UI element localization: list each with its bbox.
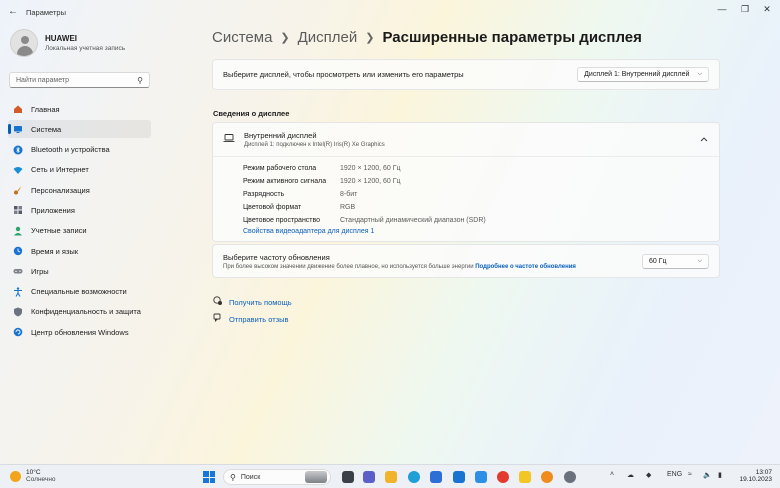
property-row: Цветовое пространство Стандартный динами… — [243, 217, 486, 224]
sidebar-nav: Главная Система Bluetooth и устройства С… — [8, 100, 151, 344]
accessibility-icon — [13, 287, 23, 297]
laptop-icon — [223, 133, 237, 146]
breadcrumb-system[interactable]: Система — [212, 29, 272, 46]
brush-icon — [13, 185, 23, 195]
store-icon[interactable] — [430, 471, 442, 483]
arrow-left-icon[interactable]: ← — [8, 6, 18, 17]
chevron-down-icon: ⌵ — [697, 71, 702, 77]
sidebar-item-system[interactable]: Система — [8, 120, 151, 139]
display-selector-card: Выберите дисплей, чтобы просмотреть или … — [212, 59, 720, 90]
search-icon: ⚲ — [137, 75, 143, 85]
refresh-rate-card: Выберите частоту обновления При более вы… — [212, 244, 720, 278]
get-help-link[interactable]: Получить помощь — [213, 296, 292, 308]
language-indicator[interactable]: ENG — [667, 471, 682, 478]
home-icon — [13, 104, 23, 114]
property-row: Режим рабочего стола 1920 × 1200, 60 Гц — [243, 165, 401, 172]
chevron-up-icon[interactable]: ˄ — [610, 471, 614, 478]
sidebar-item-apps[interactable]: Приложения — [8, 201, 151, 219]
help-icon — [213, 296, 223, 308]
account-type: Локальная учетная запись — [45, 45, 126, 52]
sidebar-item-network[interactable]: Сеть и Интернет — [8, 161, 151, 179]
sidebar-item-home[interactable]: Главная — [8, 100, 151, 118]
refresh-rate-learn-more-link[interactable]: Подробнее о частоте обновления — [475, 264, 576, 270]
minimize-icon[interactable]: — — [715, 4, 729, 14]
sidebar-item-personalization[interactable]: Персонализация — [8, 181, 151, 199]
system-icon — [13, 124, 23, 134]
search-icon: ⚲ — [230, 472, 236, 482]
sidebar-item-gaming[interactable]: Игры — [8, 262, 151, 280]
refresh-rate-select[interactable]: 60 Гц ⌵ — [642, 253, 709, 269]
battery-icon[interactable]: ▮ — [718, 471, 722, 479]
close-icon[interactable]: ✕ — [760, 4, 774, 15]
tray-app-icon[interactable]: ◆ — [646, 471, 651, 479]
display-properties: Режим рабочего стола 1920 × 1200, 60 Гц … — [243, 162, 486, 227]
display-info-title: Внутренний дисплей — [244, 131, 317, 140]
person-icon — [13, 226, 23, 236]
display-select[interactable]: Дисплей 1: Внутренний дисплей ⌵ — [577, 67, 709, 82]
yandex-icon[interactable] — [497, 471, 509, 483]
settings-icon[interactable] — [564, 471, 576, 483]
globe-clock-icon — [13, 246, 23, 256]
send-feedback-link[interactable]: Отправить отзыв — [213, 313, 289, 325]
paint-icon[interactable] — [541, 471, 553, 483]
weather-widget[interactable]: 10°C Солнечно — [10, 469, 56, 483]
bluetooth-icon — [13, 145, 23, 155]
task-view-icon[interactable] — [342, 471, 354, 483]
property-row: Режим активного сигнала 1920 × 1200, 60 … — [243, 178, 401, 185]
window-title: Параметры — [26, 8, 66, 17]
sidebar-item-privacy[interactable]: Конфиденциальность и защита — [8, 303, 151, 321]
refresh-rate-title: Выберите частоту обновления — [223, 252, 330, 262]
news-icon[interactable] — [453, 471, 465, 483]
taskbar-clock[interactable]: 13:07 19.10.2023 — [734, 469, 772, 483]
property-row: Цветовой формат RGB — [243, 204, 356, 211]
display-info-subtitle: Дисплей 1: подключен к Intel(R) Iris(R) … — [244, 142, 385, 148]
taskbar-search[interactable]: ⚲ Поиск — [223, 469, 331, 485]
chevron-up-icon[interactable] — [689, 135, 719, 144]
sidebar-item-bluetooth[interactable]: Bluetooth и устройства — [8, 141, 151, 159]
yandex-browser-icon[interactable] — [519, 471, 531, 483]
property-row: Разрядность 8-бит — [243, 191, 358, 198]
sidebar-item-accessibility[interactable]: Специальные возможности — [8, 283, 151, 301]
maximize-icon[interactable]: ❐ — [738, 4, 752, 15]
avatar — [10, 29, 38, 57]
sidebar-item-accounts[interactable]: Учетные записи — [8, 222, 151, 240]
shield-icon — [13, 307, 23, 317]
wifi-icon — [13, 165, 23, 175]
file-explorer-icon[interactable] — [385, 471, 397, 483]
sidebar-item-time-language[interactable]: Время и язык — [8, 242, 151, 260]
sidebar-item-windows-update[interactable]: Центр обновления Windows — [8, 323, 151, 341]
page-title: Расширенные параметры дисплея — [382, 29, 642, 46]
chevron-right-icon: ❯ — [280, 32, 290, 44]
wifi-icon[interactable]: ≈ — [688, 471, 692, 478]
display-info-card: Внутренний дисплей Дисплей 1: подключен … — [212, 122, 720, 242]
adapter-properties-link[interactable]: Свойства видеоадаптера для дисплея 1 — [243, 228, 374, 235]
user-profile[interactable]: HUAWEI Локальная учетная запись — [10, 29, 125, 57]
section-title: Сведения о дисплее — [213, 109, 290, 118]
windows-start-icon[interactable] — [203, 471, 215, 483]
taskbar: 10°C Солнечно ⚲ Поиск ˄ ☁ ◆ ENG ≈ 🔈 ▮ 13… — [0, 464, 780, 488]
edge-icon[interactable] — [408, 471, 420, 483]
apps-icon — [13, 205, 23, 215]
onedrive-icon[interactable]: ☁ — [627, 471, 634, 479]
display-selector-label: Выберите дисплей, чтобы просмотреть или … — [223, 70, 464, 79]
breadcrumb: Система ❯ Дисплей ❯ Расширенные параметр… — [212, 29, 642, 46]
gamepad-icon — [13, 266, 23, 276]
breadcrumb-display[interactable]: Дисплей — [298, 29, 358, 46]
sun-icon — [10, 470, 21, 482]
chat-icon[interactable] — [363, 471, 375, 483]
update-icon — [13, 327, 23, 337]
search-placeholder: Найти параметр — [16, 76, 69, 84]
feedback-icon — [213, 313, 223, 325]
title-bar: ← Параметры — ❐ ✕ — [0, 0, 780, 24]
search-highlight-image — [305, 471, 327, 483]
chevron-right-icon: ❯ — [365, 32, 375, 44]
weather-app-icon[interactable] — [475, 471, 487, 483]
refresh-rate-description: При более высоком значении движение боле… — [223, 263, 576, 270]
display-info-header[interactable]: Внутренний дисплей Дисплей 1: подключен … — [213, 123, 719, 157]
search-input[interactable]: Найти параметр ⚲ — [9, 72, 150, 88]
volume-icon[interactable]: 🔈 — [703, 471, 712, 479]
chevron-down-icon: ⌵ — [697, 257, 702, 264]
user-name: HUAWEI — [45, 34, 77, 43]
